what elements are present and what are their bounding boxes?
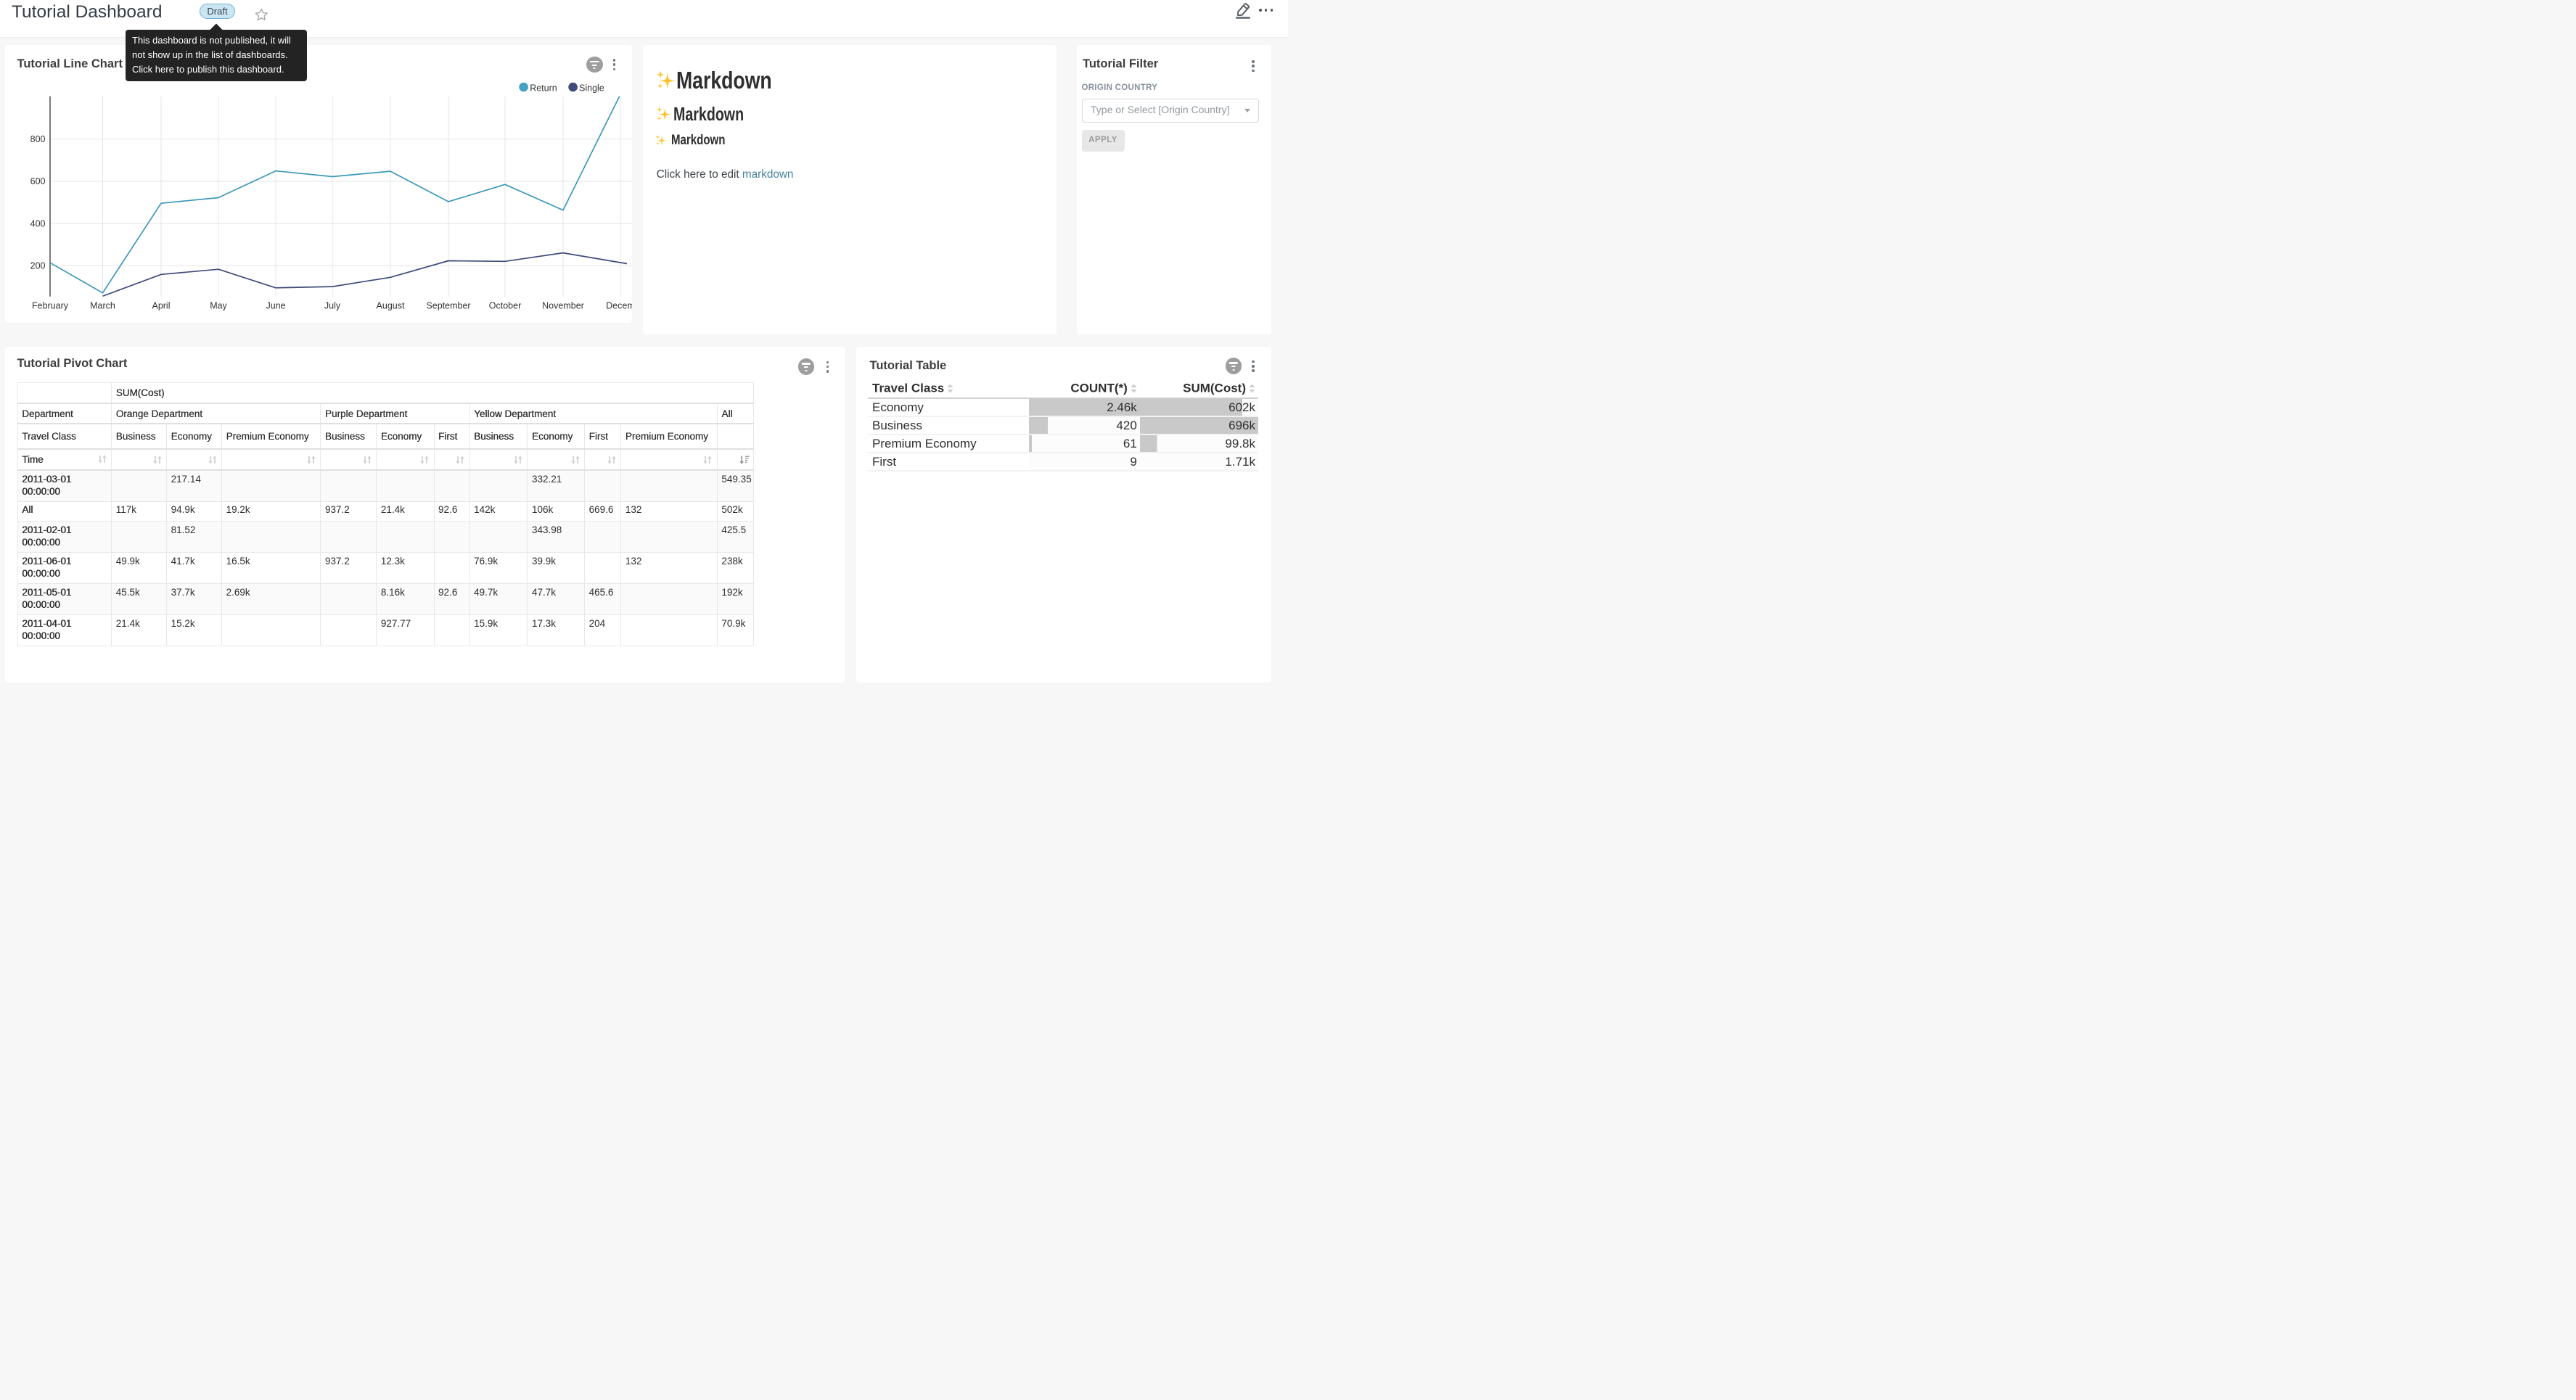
svg-text:February: February <box>32 301 69 311</box>
svg-text:November: November <box>542 301 584 311</box>
svg-text:July: July <box>324 301 341 311</box>
svg-text:June: June <box>266 301 285 311</box>
svg-text:200: 200 <box>30 261 46 271</box>
svg-text:September: September <box>426 301 470 311</box>
svg-text:April: April <box>152 301 170 311</box>
svg-text:August: August <box>377 301 405 311</box>
svg-text:May: May <box>210 301 227 311</box>
svg-text:Single: Single <box>579 83 604 94</box>
svg-text:400: 400 <box>30 218 46 228</box>
svg-text:October: October <box>489 301 521 311</box>
svg-text:800: 800 <box>30 134 46 144</box>
svg-text:Return: Return <box>530 83 557 94</box>
svg-text:600: 600 <box>30 176 46 186</box>
svg-text:December: December <box>606 301 632 311</box>
svg-text:March: March <box>90 301 115 311</box>
